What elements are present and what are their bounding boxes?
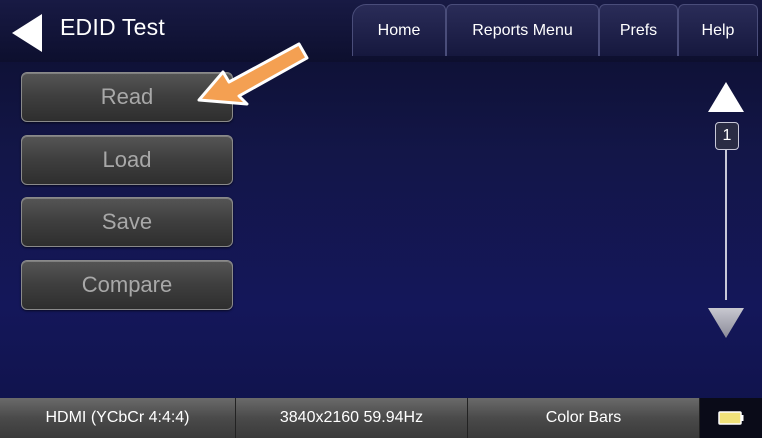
scroll-down-icon (708, 308, 744, 338)
tab-home[interactable]: Home (352, 4, 446, 56)
screen: EDID Test Home Reports Menu Prefs Help R… (0, 0, 762, 438)
status-resolution: 3840x2160 59.94Hz (236, 398, 468, 438)
top-bar: EDID Test Home Reports Menu Prefs Help (0, 0, 762, 62)
tab-prefs[interactable]: Prefs (599, 4, 678, 56)
scroll-down-button[interactable] (706, 304, 746, 340)
battery-status (700, 398, 762, 438)
back-button[interactable] (10, 12, 44, 54)
annotation-arrow-icon (197, 42, 309, 106)
tab-reports-menu[interactable]: Reports Menu (446, 4, 599, 56)
scroll-track[interactable] (725, 150, 727, 300)
load-button[interactable]: Load (21, 135, 233, 185)
compare-button[interactable]: Compare (21, 260, 233, 310)
battery-icon (718, 411, 744, 425)
page-title: EDID Test (60, 14, 165, 40)
tab-help[interactable]: Help (678, 4, 758, 56)
scroll-up-button[interactable] (706, 80, 746, 114)
save-button[interactable]: Save (21, 197, 233, 247)
page-indicator: 1 (715, 122, 739, 150)
back-arrow-icon (12, 14, 42, 52)
status-signal-format: HDMI (YCbCr 4:4:4) (0, 398, 236, 438)
status-pattern: Color Bars (468, 398, 700, 438)
scroll-up-icon (708, 82, 744, 112)
